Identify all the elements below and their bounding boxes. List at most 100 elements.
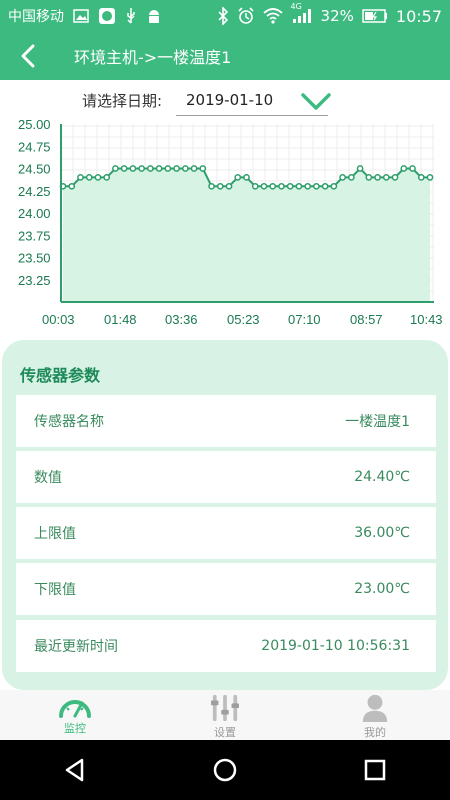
chart-point: [295, 182, 303, 190]
chart-point: [286, 182, 294, 190]
chart-point: [348, 174, 355, 181]
param-label: 数值: [34, 470, 62, 486]
image-icon: [73, 9, 89, 23]
chart-point: [173, 165, 180, 172]
x-tick-label: 05:23: [227, 312, 260, 327]
battery-icon: [362, 9, 388, 23]
x-tick-label: 01:48: [104, 312, 137, 327]
y-tick-label: 24.50: [18, 162, 51, 177]
chart-point: [85, 174, 93, 181]
param-value: 23.00℃: [354, 581, 410, 597]
usb-icon: [125, 7, 137, 25]
param-row-upper-limit: 上限值 36.00℃: [16, 507, 436, 559]
android-icon: [146, 7, 162, 25]
system-home-button[interactable]: [195, 740, 255, 800]
y-tick-label: 23.25: [18, 273, 51, 288]
param-value: 24.40℃: [354, 469, 410, 485]
nav-item-settings[interactable]: 设置: [150, 690, 300, 740]
nav-label: 设置: [214, 726, 236, 739]
chart-point: [94, 174, 102, 181]
x-tick-label: 03:36: [165, 312, 198, 327]
back-button[interactable]: [0, 32, 56, 80]
chart-point: [260, 182, 268, 190]
chart-point: [138, 165, 145, 172]
x-tick-label: 07:10: [288, 312, 321, 327]
chart-point: [103, 174, 111, 181]
chart-point: [382, 174, 390, 181]
x-tick-label: 00:03: [42, 312, 75, 327]
chart-point: [190, 165, 198, 172]
param-label: 下限值: [34, 582, 76, 598]
circle-home-icon: [213, 758, 237, 782]
temperature-chart: 25.00 24.75 24.50 24.25 24.00 23.75 23.50 23.25…: [0, 116, 450, 336]
battery-percent: 32%: [320, 7, 354, 25]
chevron-down-icon[interactable]: [300, 92, 332, 112]
chart-point: [269, 182, 277, 190]
param-value: 一楼温度1: [345, 414, 410, 430]
chart-point: [417, 174, 425, 181]
chart-area-fill: [63, 168, 430, 302]
chart-point: [278, 182, 285, 190]
signal-icon: 4G: [291, 2, 313, 24]
y-tick-label: 25.00: [18, 117, 51, 132]
app-bar: 环境主机->一楼温度1: [0, 32, 450, 80]
wifi-icon: [262, 8, 283, 24]
chart-point: [391, 174, 399, 181]
chart-point: [313, 182, 320, 190]
chart-point: [356, 165, 364, 172]
chart-point: [129, 165, 137, 172]
x-tick-label: 08:57: [350, 312, 383, 327]
chart-point: [330, 182, 338, 190]
chart-point: [374, 174, 381, 181]
chart-point: [112, 165, 119, 172]
app-badge-icon: [98, 7, 116, 25]
system-nav-bar: [0, 740, 450, 800]
chart-point: [234, 174, 242, 181]
chart-point: [251, 182, 259, 190]
chart-point: [400, 165, 408, 172]
date-picker-row: 请选择日期: 2019-01-10: [0, 84, 450, 120]
sliders-icon: [211, 694, 239, 722]
alarm-icon: [237, 7, 255, 25]
chart-point: [321, 182, 329, 190]
chart-point: [164, 165, 172, 172]
chart-point: [216, 182, 224, 190]
system-back-button[interactable]: [45, 740, 105, 800]
status-bar: 中国移动 4G 32% 10:57: [0, 0, 450, 32]
param-value: 36.00℃: [354, 525, 410, 541]
gauge-icon: [59, 700, 91, 718]
chart-point: [304, 182, 312, 190]
chart-point: [426, 174, 434, 181]
chart-point: [365, 174, 373, 181]
chart-point: [147, 165, 154, 172]
nav-label: 监控: [64, 722, 86, 735]
sensor-params-card: 传感器参数 传感器名称 一楼温度1 数值 24.40℃ 上限值 36.00℃ 下…: [2, 340, 448, 690]
network-type: 4G: [290, 2, 302, 11]
chart-point: [181, 165, 189, 172]
chart-point: [208, 182, 215, 190]
page-title: 环境主机->一楼温度1: [74, 48, 232, 67]
y-tick-label: 24.75: [18, 139, 51, 154]
y-tick-label: 23.75: [18, 228, 51, 243]
param-row-last-update: 最近更新时间 2019-01-10 10:56:31: [16, 620, 436, 672]
chart-point: [339, 174, 346, 181]
chart-point: [225, 182, 233, 190]
chart-point: [199, 165, 207, 172]
nav-item-monitor[interactable]: 监控: [0, 690, 150, 740]
date-label: 请选择日期:: [82, 92, 163, 110]
triangle-back-icon: [65, 758, 84, 782]
nav-item-me[interactable]: 我的: [300, 690, 450, 740]
bottom-nav: 监控 设置 我的: [0, 690, 450, 740]
chart-svg: 25.00 24.75 24.50 24.25 24.00 23.75 23.50 23.25…: [18, 117, 443, 327]
param-label: 传感器名称: [34, 414, 104, 430]
param-row-sensor-name: 传感器名称 一楼温度1: [16, 395, 436, 447]
bluetooth-icon: [217, 7, 229, 25]
system-recents-button[interactable]: [345, 740, 405, 800]
carrier-label: 中国移动: [8, 9, 64, 25]
chart-point: [77, 174, 84, 181]
chart-point: [155, 165, 163, 172]
chart-point: [120, 165, 128, 172]
y-tick-label: 24.25: [18, 184, 51, 199]
chart-point: [243, 174, 250, 181]
param-row-value: 数值 24.40℃: [16, 451, 436, 503]
